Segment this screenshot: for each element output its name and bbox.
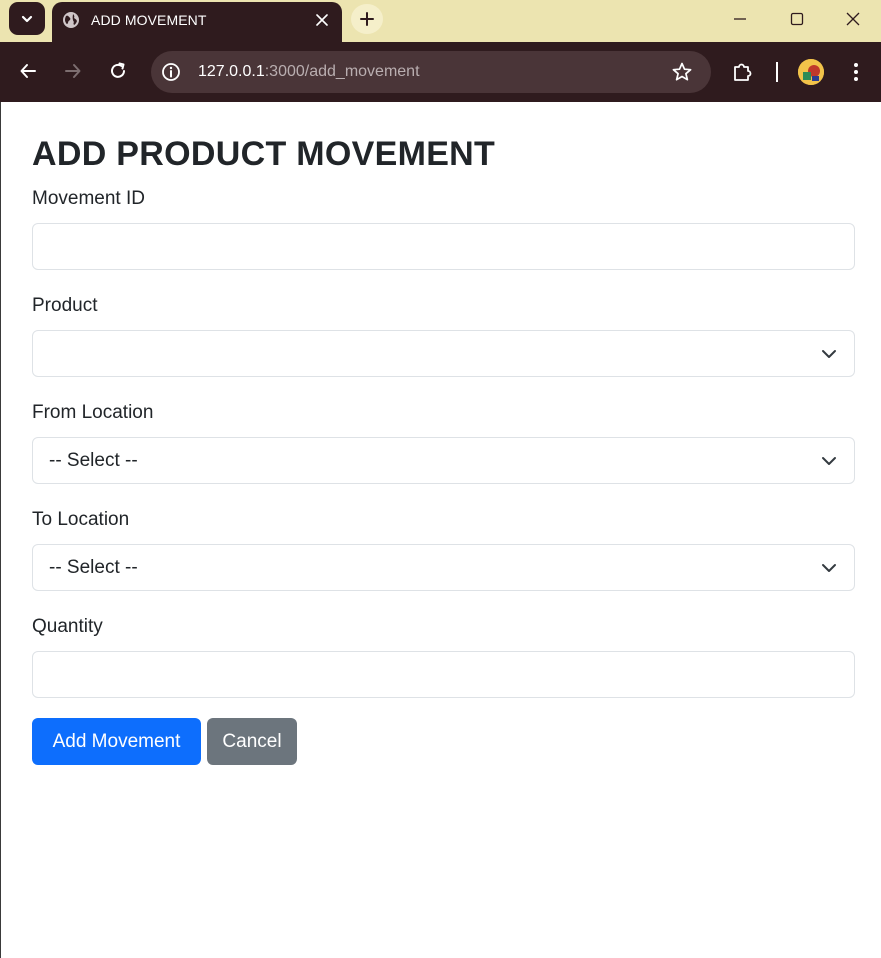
maximize-button[interactable]: [769, 0, 825, 38]
close-window-button[interactable]: [825, 0, 881, 38]
address-bar[interactable]: 127.0.0.1:3000/add_movement: [151, 51, 711, 93]
movement-id-label: Movement ID: [32, 188, 145, 209]
profile-image: [798, 59, 824, 85]
url-text[interactable]: 127.0.0.1:3000/add_movement: [198, 63, 420, 81]
close-icon: [316, 14, 328, 26]
reload-icon: [111, 62, 125, 78]
minimize-icon: [734, 18, 746, 20]
back-button[interactable]: [11, 54, 45, 88]
from-location-select-value: -- Select --: [49, 449, 138, 471]
avatar[interactable]: [798, 59, 824, 85]
kebab-icon[interactable]: [846, 60, 866, 84]
to-location-select-value: -- Select --: [49, 556, 138, 578]
reload-button[interactable]: [101, 54, 135, 88]
add-movement-button[interactable]: Add Movement: [32, 718, 201, 765]
movement-id-input[interactable]: [32, 223, 855, 270]
chevron-down-icon: [822, 350, 836, 358]
puzzle-icon[interactable]: [731, 61, 753, 83]
plus-icon: [360, 12, 374, 26]
forward-button[interactable]: [56, 54, 90, 88]
arrow-right-icon: [65, 64, 81, 78]
product-select[interactable]: [32, 330, 855, 377]
star-icon[interactable]: [671, 61, 693, 83]
close-icon: [846, 12, 860, 26]
quantity-label: Quantity: [32, 616, 103, 637]
chevron-down-icon: [822, 564, 836, 572]
browser-toolbar: 127.0.0.1:3000/add_movement: [0, 42, 881, 102]
chevron-down-icon: [21, 15, 33, 22]
active-tab[interactable]: ADD MOVEMENT: [52, 2, 342, 43]
url-path: :3000/add_movement: [264, 63, 420, 80]
toolbar-separator: [776, 62, 778, 82]
quantity-input[interactable]: [32, 651, 855, 698]
tab-title: ADD MOVEMENT: [91, 12, 207, 28]
from-location-select[interactable]: -- Select --: [32, 437, 855, 484]
globe-icon: [63, 12, 79, 28]
to-location-select[interactable]: -- Select --: [32, 544, 855, 591]
page-title: ADD PRODUCT MOVEMENT: [32, 135, 496, 173]
tab-search-button[interactable]: [9, 2, 45, 35]
from-location-label: From Location: [32, 402, 154, 423]
browser-tab-strip: ADD MOVEMENT: [0, 0, 881, 43]
tab-close-button[interactable]: [312, 10, 332, 30]
cancel-button[interactable]: Cancel: [207, 718, 297, 765]
product-label: Product: [32, 295, 98, 316]
maximize-icon: [790, 12, 804, 26]
new-tab-button[interactable]: [351, 4, 383, 34]
arrow-left-icon: [20, 64, 36, 78]
chevron-down-icon: [822, 457, 836, 465]
minimize-button[interactable]: [712, 0, 768, 38]
info-icon[interactable]: [161, 62, 181, 82]
page-content: ADD PRODUCT MOVEMENT Movement ID Product…: [0, 102, 881, 958]
url-host: 127.0.0.1: [198, 63, 265, 80]
to-location-label: To Location: [32, 509, 130, 530]
